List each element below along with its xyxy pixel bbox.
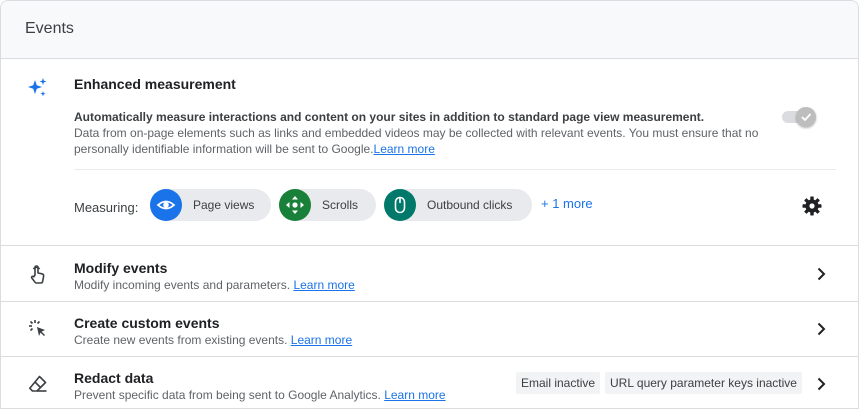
row-redact-data[interactable]: Redact data Prevent specific data from b…: [1, 356, 858, 408]
events-card: Events Enhanced measurement Automaticall…: [0, 0, 859, 409]
gear-icon[interactable]: [800, 194, 824, 218]
check-icon: [801, 113, 812, 122]
learn-more-link[interactable]: Learn more: [374, 142, 435, 156]
status-badge-email: Email inactive: [516, 372, 601, 394]
chip-page-views[interactable]: Page views: [150, 189, 271, 221]
chevron-right-icon[interactable]: [811, 264, 831, 284]
chevron-right-icon[interactable]: [811, 374, 831, 394]
row-subtitle: Modify incoming events and parameters. L…: [74, 278, 355, 292]
cursor-click-icon: [29, 320, 45, 336]
more-chips-link[interactable]: + 1 more: [541, 196, 593, 211]
learn-more-link[interactable]: Learn more: [384, 388, 445, 402]
enhanced-measurement-title: Enhanced measurement: [74, 76, 236, 92]
divider: [74, 169, 836, 170]
chip-outbound-clicks[interactable]: Outbound clicks: [384, 189, 532, 221]
row-create-custom-events[interactable]: Create custom events Create new events f…: [1, 301, 858, 357]
row-title: Redact data: [74, 370, 154, 386]
chevron-right-icon[interactable]: [811, 319, 831, 339]
chip-label: Page views: [193, 198, 255, 212]
enhanced-measurement-summary: Automatically measure interactions and c…: [74, 110, 705, 124]
row-subtitle: Prevent specific data from being sent to…: [74, 388, 446, 402]
row-modify-events[interactable]: Modify events Modify incoming events and…: [1, 246, 858, 302]
row-title: Create custom events: [74, 315, 220, 331]
learn-more-link[interactable]: Learn more: [293, 278, 354, 292]
page-title: Events: [25, 20, 74, 37]
chip-scrolls[interactable]: Scrolls: [279, 189, 376, 221]
sparkle-icon: [28, 78, 47, 97]
measuring-label: Measuring:: [74, 200, 139, 215]
row-title: Modify events: [74, 260, 168, 276]
row-subtitle: Create new events from existing events. …: [74, 333, 353, 347]
mouse-icon: [394, 196, 406, 214]
eraser-icon: [29, 375, 47, 392]
status-badge-url-query: URL query parameter keys inactive: [605, 372, 802, 394]
enhanced-measurement-section: Enhanced measurement Automatically measu…: [1, 59, 858, 246]
card-header: Events: [1, 1, 858, 59]
touch-hand-icon: [30, 265, 45, 284]
learn-more-link[interactable]: Learn more: [291, 333, 352, 347]
chip-label: Scrolls: [322, 198, 359, 212]
enhanced-measurement-description: Data from on-page elements such as links…: [74, 125, 774, 157]
enhanced-measurement-toggle[interactable]: [780, 107, 816, 127]
chip-label: Outbound clicks: [427, 198, 513, 212]
scroll-arrows-icon: [286, 196, 304, 214]
eye-icon: [156, 200, 176, 210]
